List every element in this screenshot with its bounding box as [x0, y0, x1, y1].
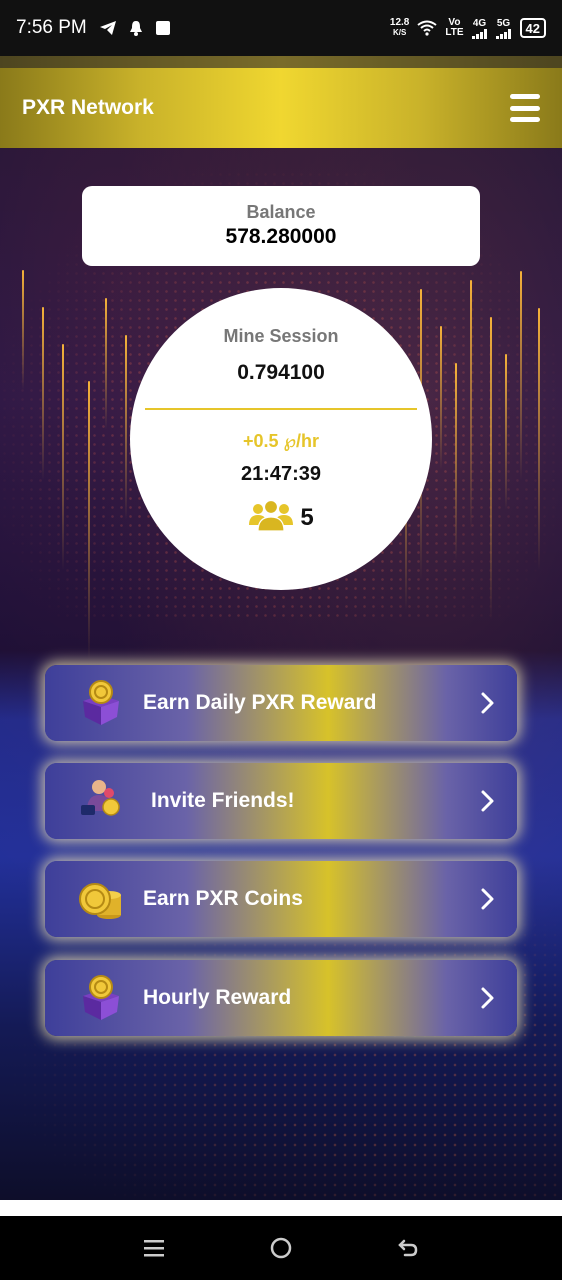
- recent-apps-icon[interactable]: [139, 1233, 169, 1263]
- mine-divider: [145, 408, 417, 410]
- decorative-glow-line: [470, 280, 472, 530]
- sim2-network: 5G: [496, 17, 511, 29]
- decorative-glow-line: [490, 317, 492, 620]
- decorative-glow-line: [125, 335, 127, 520]
- earn-daily-reward-button[interactable]: Earn Daily PXR Reward: [45, 665, 517, 741]
- header-top-band: [0, 56, 562, 68]
- network-speed-unit: K/S: [392, 28, 407, 37]
- balance-value: 578.280000: [225, 225, 337, 248]
- sim1-network: 4G: [472, 17, 487, 29]
- chevron-right-icon: [477, 691, 497, 715]
- decorative-glow-line: [538, 308, 540, 570]
- decorative-glow-line: [455, 363, 457, 560]
- decorative-glow-line: [22, 270, 24, 390]
- chevron-right-icon: [477, 887, 497, 911]
- hamburger-menu-icon[interactable]: [510, 94, 540, 122]
- balance-label: Balance: [246, 202, 316, 222]
- telegram-icon: [99, 20, 117, 36]
- balance-card: Balance 578.280000: [82, 186, 480, 266]
- home-icon[interactable]: [266, 1233, 296, 1263]
- volte-indicator: Vo LTE: [445, 18, 463, 38]
- status-bar: 7:56 PM 12.8 K/S Vo LTE 4G 5G 42: [0, 0, 562, 56]
- users-group-icon: [248, 498, 294, 537]
- signal-icon: 5G: [495, 17, 512, 39]
- app-title: PXR Network: [22, 96, 154, 119]
- notification-bell-icon: [129, 20, 143, 36]
- chevron-right-icon: [477, 986, 497, 1010]
- invite-friends-icon: [77, 777, 125, 825]
- back-icon[interactable]: [393, 1233, 423, 1263]
- app-square-icon: [155, 20, 171, 36]
- signal-icon: 4G: [471, 17, 488, 39]
- reward-box-icon: [77, 974, 125, 1022]
- mine-timer: 21:47:39: [240, 463, 322, 485]
- action-label: Earn Daily PXR Reward: [143, 691, 377, 714]
- status-time: 7:56 PM: [16, 17, 87, 38]
- action-label: Invite Friends!: [151, 789, 295, 812]
- active-users: 5: [130, 498, 432, 537]
- decorative-glow-line: [105, 298, 107, 430]
- mine-session-circle[interactable]: Mine Session 0.794100 +0.5 ℘/hr 21:47:39…: [130, 288, 432, 590]
- decorative-glow-line: [520, 271, 522, 480]
- volte-bottom: LTE: [445, 27, 464, 38]
- battery-indicator: 42: [519, 18, 546, 38]
- mine-rate: +0.5 ℘/hr: [242, 431, 320, 451]
- system-nav-bar: [0, 1216, 562, 1280]
- invite-friends-button[interactable]: Invite Friends!: [45, 763, 517, 839]
- action-label: Earn PXR Coins: [143, 887, 303, 910]
- decorative-glow-line: [62, 344, 64, 570]
- bottom-divider: [0, 1200, 562, 1216]
- decorative-glow-line: [42, 307, 44, 480]
- dot-pattern-bottom: [0, 900, 562, 1200]
- decorative-glow-line: [88, 381, 90, 660]
- app-header: PXR Network: [0, 68, 562, 148]
- chevron-right-icon: [477, 789, 497, 813]
- network-speed-value: 12.8: [389, 17, 410, 28]
- mine-session-value: 0.794100: [237, 361, 325, 384]
- decorative-glow-line: [440, 326, 442, 470]
- wifi-icon: [417, 20, 437, 36]
- coin-stack-icon: [77, 875, 125, 923]
- hourly-reward-button[interactable]: Hourly Reward: [45, 960, 517, 1036]
- network-speed: 12.8 K/S: [390, 18, 409, 38]
- users-count: 5: [300, 503, 314, 531]
- mine-session-label: Mine Session: [223, 326, 339, 346]
- reward-box-icon: [77, 679, 125, 727]
- decorative-glow-line: [505, 354, 507, 510]
- earn-pxr-coins-button[interactable]: Earn PXR Coins: [45, 861, 517, 937]
- action-label: Hourly Reward: [143, 986, 292, 1009]
